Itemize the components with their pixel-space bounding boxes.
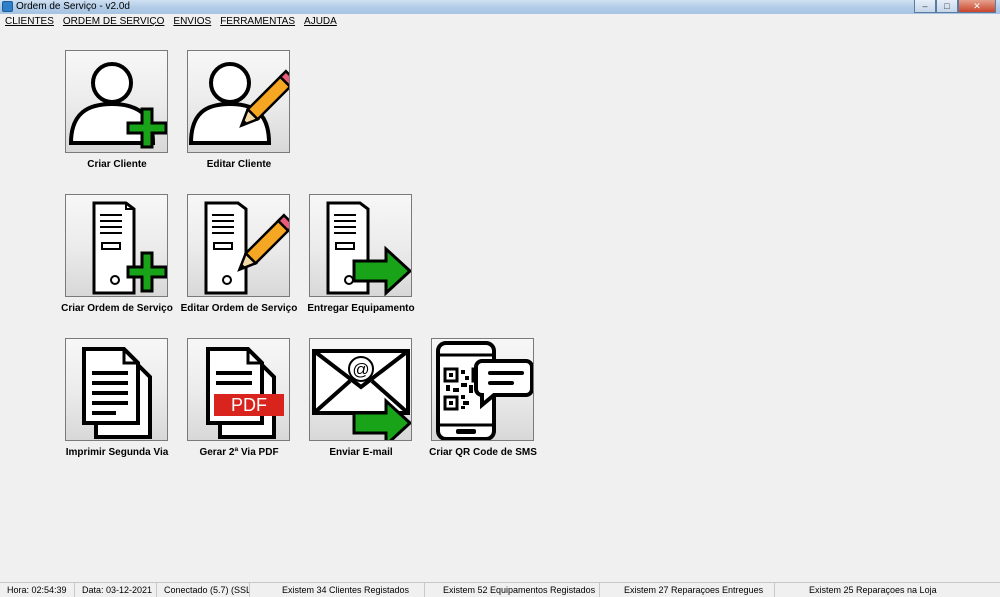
status-data: Data: 03-12-2021	[75, 582, 157, 597]
computer-edit-icon	[204, 201, 289, 295]
documents-icon	[82, 347, 152, 439]
close-button[interactable]: ✕	[958, 0, 996, 13]
editar-ordem-label: Editar Ordem de Serviço	[180, 303, 298, 314]
tile-qr-sms: Criar QR Code de SMS	[426, 338, 546, 458]
user-edit-icon	[188, 62, 289, 145]
gerar-pdf-button[interactable]: PDF	[187, 338, 290, 441]
menu-ferramentas[interactable]: FERRAMENTAS	[220, 16, 295, 27]
menu-clientes[interactable]: CLIENTES	[5, 16, 54, 27]
qr-sms-label: Criar QR Code de SMS	[429, 447, 537, 458]
status-entregues: Existem 27 Reparaçoes Entregues	[600, 582, 775, 597]
tile-editar-ordem: Editar Ordem de Serviço	[180, 194, 302, 314]
user-add-icon	[68, 62, 167, 149]
gerar-pdf-label: Gerar 2ª Via PDF	[199, 447, 279, 458]
tile-imprimir: Imprimir Segunda Via	[60, 338, 180, 458]
editar-cliente-button[interactable]	[187, 50, 290, 153]
status-loja: Existem 25 Reparaçoes na Loja	[809, 584, 937, 595]
email-send-icon: @	[312, 349, 411, 440]
imprimir-label: Imprimir Segunda Via	[65, 447, 169, 458]
tile-criar-cliente: Criar Cliente	[60, 50, 180, 170]
tile-enviar-email: @ Enviar E-mail	[304, 338, 424, 458]
window-controls: – □ ✕	[914, 0, 996, 13]
tile-gerar-pdf: PDF Gerar 2ª Via PDF	[182, 338, 302, 458]
menu-bar: CLIENTES ORDEM DE SERVIÇO ENVIOS FERRAME…	[0, 14, 1000, 29]
imprimir-segunda-via-button[interactable]	[65, 338, 168, 441]
criar-ordem-label: Criar Ordem de Serviço	[61, 303, 173, 314]
computer-add-icon	[92, 201, 167, 295]
status-equipamentos: Existem 52 Equipamentos Registados	[425, 582, 600, 597]
status-bar: Hora: 02:54:39 Data: 03-12-2021 Conectad…	[0, 582, 1000, 597]
editar-ordem-button[interactable]	[187, 194, 290, 297]
entregar-equipamento-button[interactable]	[309, 194, 412, 297]
menu-ordem-de-servico[interactable]: ORDEM DE SERVIÇO	[63, 16, 165, 27]
menu-ajuda[interactable]: AJUDA	[304, 16, 337, 27]
computer-deliver-icon	[326, 201, 411, 296]
title-bar: Ordem de Serviço - v2.0d – □ ✕	[0, 0, 1000, 14]
enviar-email-label: Enviar E-mail	[329, 447, 393, 458]
status-conexao: Conectado (5.7) (SSL)	[157, 582, 250, 597]
menu-envios[interactable]: ENVIOS	[173, 16, 211, 27]
editar-cliente-label: Editar Cliente	[206, 159, 272, 170]
enviar-email-button[interactable]: @	[309, 338, 412, 441]
criar-ordem-button[interactable]	[65, 194, 168, 297]
phone-qr-sms-icon	[436, 341, 533, 440]
pdf-badge-text: PDF	[231, 395, 267, 415]
criar-cliente-label: Criar Cliente	[87, 159, 147, 170]
tile-entregar: Entregar Equipamento	[304, 194, 424, 314]
pdf-icon: PDF	[206, 347, 284, 439]
criar-cliente-button[interactable]	[65, 50, 168, 153]
at-sign-text: @	[352, 360, 369, 379]
maximize-button[interactable]: □	[936, 0, 958, 13]
criar-qr-sms-button[interactable]	[431, 338, 534, 441]
minimize-button[interactable]: –	[914, 0, 936, 13]
status-hora: Hora: 02:54:39	[0, 582, 75, 597]
entregar-label: Entregar Equipamento	[307, 303, 415, 314]
window-title: Ordem de Serviço - v2.0d	[16, 1, 130, 12]
status-clientes: Existem 34 Clientes Registados	[250, 582, 425, 597]
tile-editar-cliente: Editar Cliente	[182, 50, 302, 170]
tile-criar-ordem: Criar Ordem de Serviço	[60, 194, 180, 314]
app-icon	[2, 1, 13, 12]
